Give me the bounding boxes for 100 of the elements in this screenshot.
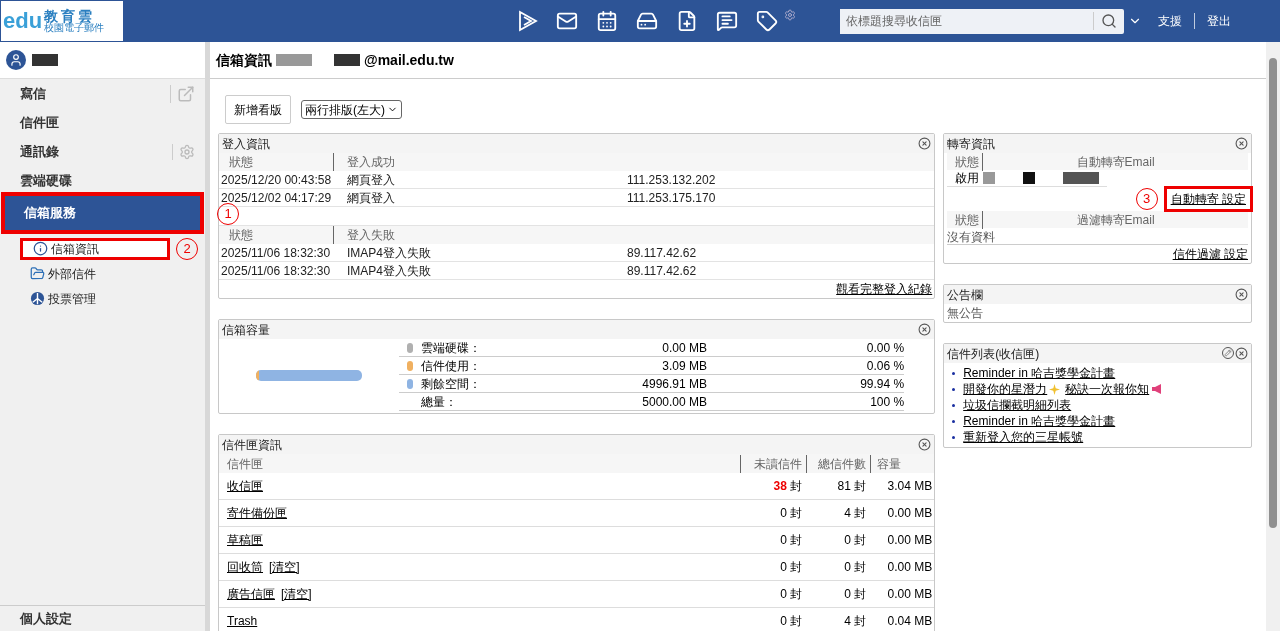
- filter-settings-link[interactable]: 信件過濾 設定: [1172, 245, 1248, 263]
- legend-label: 總量：: [421, 393, 458, 411]
- sidebar-subitem[interactable]: 信箱資訊: [20, 237, 170, 260]
- unread-count: 0 封: [779, 559, 804, 576]
- sidebar-item[interactable]: 雲端硬碟: [0, 166, 205, 195]
- bullet-icon: [952, 419, 956, 423]
- size-value: 4996.91 MB: [641, 375, 707, 393]
- info-icon: [33, 241, 48, 256]
- table-cell-text: 2025/11/06 18:32:30: [220, 244, 332, 262]
- toolbar-icon[interactable]: [676, 10, 698, 32]
- unread-count: 0 封: [779, 613, 804, 630]
- folder-link[interactable]: 草稿匣: [227, 531, 263, 549]
- clear-link[interactable]: [清空]: [281, 585, 312, 603]
- bullet-icon: [952, 387, 956, 391]
- close-icon[interactable]: [1235, 347, 1248, 360]
- sparkle-icon: [1049, 383, 1061, 395]
- sidebar-item[interactable]: 信件匣: [0, 108, 205, 137]
- toolbar-icon[interactable]: [716, 10, 738, 32]
- sidebar-item[interactable]: 寫信: [0, 79, 205, 108]
- folder-size: 0.00 MB: [886, 532, 934, 549]
- edit-icon[interactable]: [1222, 347, 1234, 359]
- vote-icon: [30, 291, 45, 306]
- auto-forward-settings-link[interactable]: 自動轉寄 設定: [1163, 186, 1253, 212]
- folder-link[interactable]: 回收筒: [227, 558, 263, 576]
- mail-link[interactable]: 開發你的星潛力 秘訣一次報你知: [963, 380, 1164, 398]
- close-icon[interactable]: [918, 438, 932, 451]
- logo-subtitle: 校園電子郵件: [44, 23, 105, 33]
- size-value: 5000.00 MB: [641, 393, 707, 411]
- column-header: 狀態: [947, 210, 984, 229]
- folder-link[interactable]: Trash: [227, 612, 258, 630]
- notice-text: 無公告: [946, 305, 985, 322]
- table-cell-text: 2025/12/20 00:43:58: [220, 171, 333, 189]
- mail-link[interactable]: 垃圾信攔截明細列表: [963, 396, 1072, 414]
- toolbar-icon[interactable]: [556, 10, 578, 32]
- folder-size: 3.04 MB: [886, 478, 934, 495]
- close-icon[interactable]: [918, 137, 932, 150]
- scrollbar[interactable]: [1266, 42, 1280, 631]
- page-address: @mail.edu.tw: [364, 50, 454, 70]
- panel-title: 信件列表(收信匣): [947, 345, 1040, 363]
- close-icon[interactable]: [1235, 288, 1248, 301]
- panel-title: 登入資訊: [222, 135, 270, 153]
- table-cell-text: 89.117.42.62: [627, 262, 697, 280]
- folder-link[interactable]: 收信匣: [227, 477, 263, 495]
- clear-link[interactable]: [清空]: [269, 558, 300, 576]
- close-icon[interactable]: [1235, 137, 1248, 150]
- total-count: 0 封: [843, 559, 868, 576]
- column-header: 容量: [870, 454, 935, 473]
- folder-link[interactable]: 廣告信匣: [227, 585, 275, 603]
- column-header: 過濾轉寄Email: [1075, 211, 1156, 229]
- redaction-block: [334, 54, 360, 66]
- sidebar-subitem[interactable]: 外部信件: [20, 262, 166, 285]
- table-cell-text: 111.253.132.202: [627, 171, 716, 189]
- toolbar-icon[interactable]: [756, 10, 778, 32]
- bullet-icon: [952, 435, 956, 439]
- top-link[interactable]: 支援: [1158, 12, 1182, 30]
- table-cell-text: 2025/11/06 18:32:30: [220, 262, 332, 280]
- folder-link[interactable]: 寄件備份匣: [227, 504, 287, 522]
- avatar-icon: [6, 50, 26, 70]
- column-header: 登入成功: [346, 154, 395, 171]
- bullet-icon: [952, 371, 956, 375]
- add-board-button[interactable]: 新增看版: [225, 95, 291, 124]
- top-link[interactable]: 登出: [1207, 12, 1231, 30]
- legend-label: 剩餘空間：: [421, 375, 482, 393]
- sidebar-subitem[interactable]: 投票管理: [20, 287, 166, 310]
- toolbar-icon[interactable]: [596, 10, 618, 32]
- size-value: 0.00 MB: [661, 339, 707, 357]
- column-header: 狀態: [947, 152, 984, 171]
- table-cell-text: 網頁登入: [347, 189, 396, 207]
- sidebar-item[interactable]: 信箱服務: [4, 195, 201, 231]
- total-count: 0 封: [843, 586, 868, 603]
- percent-value: 100 %: [869, 393, 905, 411]
- column-header: 狀態: [219, 153, 334, 171]
- logo-title: 教育雲: [44, 9, 96, 23]
- search-icon[interactable]: [1101, 13, 1117, 29]
- legend-label: 雲端硬碟：: [421, 339, 482, 357]
- column-header: 未讀信件: [740, 454, 807, 473]
- unread-count: 0 封: [779, 505, 804, 522]
- empty-text: 沒有資料: [947, 228, 1248, 245]
- layout-select[interactable]: 兩行排版(左大): [301, 100, 402, 119]
- login-history-link[interactable]: 觀看完整登入紀錄: [836, 280, 933, 298]
- table-cell-text: IMAP4登入失敗: [347, 262, 432, 280]
- settings-icon[interactable]: [784, 9, 796, 21]
- table-cell-text: IMAP4登入失敗: [347, 244, 432, 262]
- sidebar-item[interactable]: 通訊錄: [0, 137, 205, 166]
- play-icon[interactable]: [518, 10, 538, 32]
- toolbar-icon[interactable]: [636, 10, 658, 32]
- total-count: 4 封: [843, 613, 868, 630]
- folder-size: 0.00 MB: [886, 505, 934, 522]
- table-cell-text: 111.253.175.170: [627, 189, 716, 207]
- folder-icon: [30, 266, 45, 281]
- page-title: 信箱資訊: [216, 50, 272, 70]
- table-cell-text: 89.117.42.62: [627, 244, 697, 262]
- folder-size: 0.00 MB: [886, 559, 934, 576]
- panel-title: 公告欄: [947, 286, 984, 304]
- mail-link[interactable]: 重新登入您的三星帳號: [963, 428, 1084, 446]
- table-cell-text: 網頁登入: [347, 171, 396, 189]
- percent-value: 0.06 %: [865, 357, 905, 375]
- folder-size: 0.04 MB: [886, 613, 934, 630]
- close-icon[interactable]: [918, 323, 932, 336]
- unread-count: 0 封: [779, 586, 804, 603]
